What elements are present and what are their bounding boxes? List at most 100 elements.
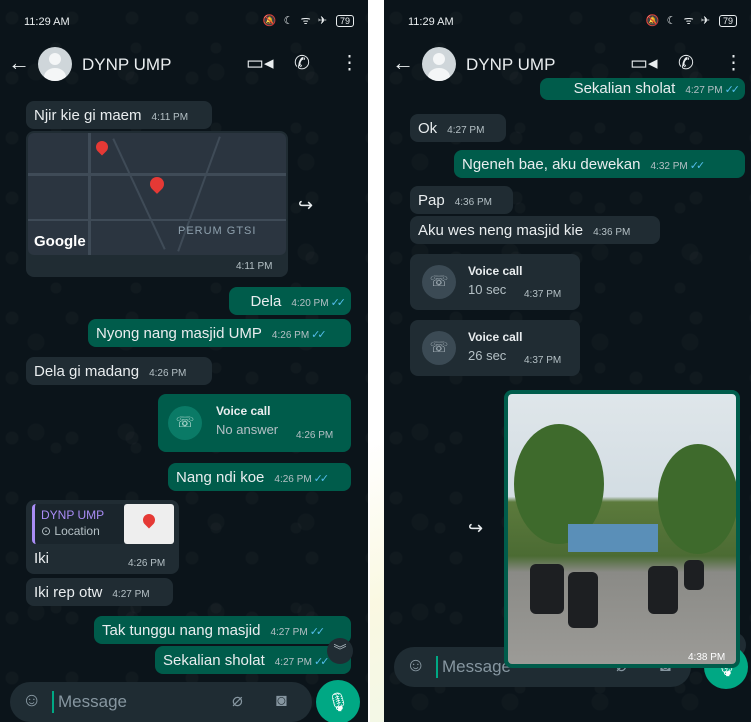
message-text: Sekalian sholat bbox=[573, 80, 676, 97]
location-pin-icon bbox=[93, 138, 111, 156]
status-icons: 🔕 ☾ ᯤ ✈ 79 bbox=[263, 13, 354, 28]
message-text: Njir kie gi maem bbox=[34, 107, 142, 124]
photo-message[interactable]: 4:38 PM bbox=[504, 390, 740, 668]
phone-icon[interactable]: ✆ bbox=[294, 52, 310, 75]
read-ticks-icon: ✓✓ bbox=[724, 84, 741, 96]
map-preview[interactable]: Google PERUM GTSI bbox=[28, 133, 286, 255]
message-text: Nyong nang masjid UMP bbox=[96, 325, 262, 342]
message-incoming[interactable]: Aku wes neng masjid kie 4:36 PM bbox=[410, 216, 660, 244]
message-text: Pap bbox=[418, 192, 445, 209]
forward-icon[interactable]: ↪ bbox=[468, 518, 483, 539]
status-time: 11:29 AM bbox=[408, 16, 454, 28]
forward-icon[interactable]: ↪ bbox=[298, 195, 313, 216]
message-time: 4:32 PM bbox=[650, 161, 688, 172]
message-incoming[interactable]: Njir kie gi maem 4:11 PM bbox=[26, 101, 212, 129]
message-incoming[interactable]: Iki rep otw 4:27 PM bbox=[26, 578, 173, 606]
message-text: Ok bbox=[418, 120, 438, 137]
message-composer[interactable]: ☺ Message ⌀ ◙ bbox=[10, 682, 312, 722]
video-call-icon[interactable]: ▭◂ bbox=[630, 52, 658, 75]
photo-tree bbox=[658, 444, 736, 554]
message-text: Nang ndi koe bbox=[176, 469, 265, 486]
message-outgoing[interactable]: Nyong nang masjid UMP 4:26 PM ✓✓ bbox=[88, 319, 351, 347]
read-ticks-icon: ✓✓ bbox=[311, 329, 327, 341]
message-text: Dela gi madang bbox=[34, 363, 140, 380]
camera-icon[interactable]: ◙ bbox=[276, 690, 287, 711]
contact-name[interactable]: DYNP UMP bbox=[466, 55, 555, 75]
call-title: Voice call bbox=[468, 264, 523, 278]
text-caret bbox=[52, 691, 54, 713]
contact-name[interactable]: DYNP UMP bbox=[82, 55, 171, 75]
quoted-author: DYNP UMP bbox=[41, 508, 105, 522]
call-status: 26 sec bbox=[468, 348, 507, 363]
video-call-icon[interactable]: ▭◂ bbox=[246, 52, 274, 75]
message-incoming[interactable]: Dela gi madang 4:26 PM bbox=[26, 357, 212, 385]
mic-icon: 🎙 bbox=[326, 692, 350, 712]
message-outgoing[interactable]: Ngeneh bae, aku dewekan 4:32 PM ✓✓ bbox=[454, 150, 745, 178]
message-outgoing[interactable]: Tak tunggu nang masjid 4:27 PM ✓✓ bbox=[94, 616, 351, 644]
message-time: 4:11 PM bbox=[151, 112, 189, 123]
scroll-down-button[interactable]: ︾ bbox=[327, 638, 353, 664]
quoted-location-label: ⊙ Location bbox=[41, 524, 100, 538]
call-title: Voice call bbox=[468, 330, 523, 344]
call-status: No answer bbox=[216, 422, 279, 437]
message-time: 4:36 PM bbox=[454, 197, 492, 208]
read-ticks-icon: ✓✓ bbox=[309, 626, 326, 638]
back-arrow-icon[interactable]: ← bbox=[392, 50, 414, 76]
attach-icon[interactable]: ⌀ bbox=[232, 690, 243, 711]
message-time: 4:36 PM bbox=[593, 227, 631, 238]
message-outgoing[interactable]: Sekalian sholat 4:27 PM ✓✓ bbox=[155, 646, 351, 674]
photo-building bbox=[568, 524, 658, 552]
message-text: Aku wes neng masjid kie bbox=[418, 222, 584, 239]
read-ticks-icon: ✓✓ bbox=[330, 297, 347, 309]
text-caret bbox=[436, 656, 438, 678]
message-text: Sekalian sholat bbox=[163, 652, 265, 669]
emoji-icon[interactable]: ☺ bbox=[406, 655, 425, 677]
mic-button[interactable]: 🎙 bbox=[316, 680, 360, 722]
message-time: 4:26 PM bbox=[274, 474, 312, 485]
read-ticks-icon: ✓✓ bbox=[313, 473, 330, 485]
more-vert-icon[interactable]: ⋮ bbox=[340, 52, 359, 75]
avatar[interactable] bbox=[422, 47, 456, 81]
message-outgoing[interactable]: Nang ndi koe 4:26 PM ✓✓ bbox=[168, 463, 351, 491]
battery-icon: 79 bbox=[335, 15, 354, 27]
read-ticks-icon: ✓✓ bbox=[313, 656, 330, 668]
message-incoming[interactable]: Pap 4:36 PM bbox=[410, 186, 513, 214]
message-input[interactable]: Message bbox=[442, 657, 511, 677]
call-icon: ☏ bbox=[422, 265, 456, 299]
message-outgoing[interactable]: Dela 4:20 PM ✓✓ bbox=[229, 287, 351, 315]
back-arrow-icon[interactable]: ← bbox=[8, 50, 30, 76]
phone-screenshot-left: 11:29 AM 🔕 ☾ ᯤ ✈ 79 ← DYNP UMP ▭◂ ✆ ⋮ Nj… bbox=[0, 0, 368, 722]
message-time: 4:26 PM bbox=[271, 330, 310, 341]
voice-call-message[interactable]: ☏ Voice call 10 sec 4:37 PM bbox=[410, 254, 580, 310]
voice-call-message[interactable]: ☏ Voice call No answer 4:26 PM bbox=[158, 394, 351, 452]
map-message[interactable]: Google PERUM GTSI 4:11 PM bbox=[26, 131, 288, 277]
message-time: 4:26 PM bbox=[128, 558, 166, 569]
status-bar: 11:29 AM 🔕 ☾ ᯤ ✈ 79 bbox=[0, 0, 368, 40]
photo-motorbike bbox=[568, 572, 598, 628]
quoted-location[interactable]: DYNP UMP ⊙ Location bbox=[32, 504, 125, 544]
more-vert-icon[interactable]: ⋮ bbox=[724, 52, 743, 75]
battery-icon: 79 bbox=[718, 15, 737, 27]
message-text: Iki rep otw bbox=[34, 584, 103, 601]
message-time: 4:27 PM bbox=[447, 125, 485, 136]
location-message[interactable]: DYNP UMP ⊙ Location Iki 4:26 PM bbox=[26, 500, 179, 574]
message-outgoing[interactable]: Sekalian sholat 4:27 PM ✓✓ bbox=[540, 78, 745, 100]
message-text: Ngeneh bae, aku dewekan bbox=[462, 156, 641, 173]
call-title: Voice call bbox=[216, 404, 271, 418]
message-time: 4:27 PM bbox=[270, 627, 308, 638]
avatar[interactable] bbox=[38, 47, 72, 81]
photo-motorbike bbox=[530, 564, 564, 614]
message-text: Iki bbox=[34, 550, 49, 567]
photo-motorbike bbox=[648, 566, 678, 614]
phone-icon[interactable]: ✆ bbox=[678, 52, 694, 75]
call-icon: ☏ bbox=[168, 406, 202, 440]
message-time: 4:37 PM bbox=[524, 289, 562, 300]
chat-header: ← DYNP UMP ▭◂ ✆ ⋮ bbox=[0, 44, 368, 86]
location-thumbnail[interactable] bbox=[124, 504, 174, 544]
voice-call-message[interactable]: ☏ Voice call 26 sec 4:37 PM bbox=[410, 320, 580, 376]
message-input[interactable]: Message bbox=[58, 692, 127, 712]
message-time: 4:38 PM bbox=[688, 652, 726, 663]
emoji-icon[interactable]: ☺ bbox=[22, 690, 41, 712]
message-incoming[interactable]: Ok 4:27 PM bbox=[410, 114, 506, 142]
message-text: Tak tunggu nang masjid bbox=[102, 622, 261, 639]
